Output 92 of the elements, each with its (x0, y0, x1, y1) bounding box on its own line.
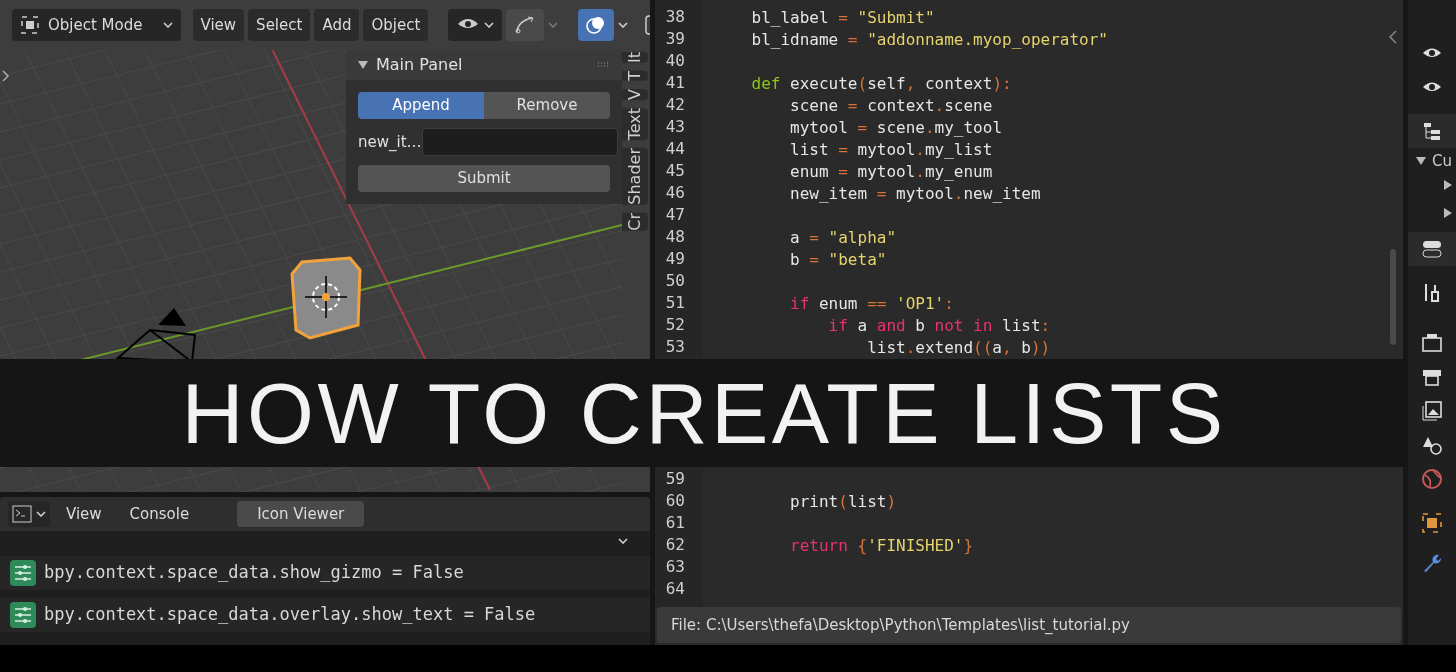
banner-title: HOW TO CREATE LISTS (181, 370, 1227, 456)
action-button[interactable]: Append (358, 92, 484, 119)
action-button[interactable]: Remove (484, 92, 610, 119)
code-line: list = mytool.my_list (789, 140, 993, 159)
menu-button[interactable]: Object (363, 9, 429, 41)
console-line: bpy.context.space_data.overlay.show_text = False (44, 603, 536, 627)
menu-button[interactable]: View (54, 502, 114, 526)
line-number: 40 (664, 50, 686, 72)
sidebar-tab[interactable]: Cr (622, 212, 648, 231)
code-line: print(list) (789, 492, 897, 511)
globe-icon[interactable] (1421, 468, 1443, 490)
code-line: b = "beta" (789, 250, 887, 269)
line-number: 53 (664, 336, 686, 358)
menu-button[interactable]: Console (117, 502, 202, 526)
line-number: 39 (664, 28, 686, 50)
line-number: 60 (664, 490, 686, 512)
menu-button[interactable]: Select (248, 9, 311, 41)
collapse-icon[interactable] (1389, 30, 1397, 44)
line-number: 46 (664, 182, 686, 204)
code-line: def execute(self, context): (750, 74, 1012, 93)
scrollbar[interactable] (1390, 249, 1396, 345)
caret-icon (162, 22, 173, 28)
line-number: 49 (664, 248, 686, 270)
code-line: mytool = scene.my_tool (789, 118, 1002, 137)
overlay-toggle[interactable] (578, 9, 615, 41)
line-number: 50 (664, 270, 686, 292)
object-icon[interactable] (1421, 512, 1443, 534)
toggle-icon[interactable] (1421, 238, 1443, 260)
line-number: 45 (664, 160, 686, 182)
submit-button[interactable]: Submit (358, 165, 610, 192)
menu-button[interactable]: View (192, 9, 245, 41)
code-line: if a and b not in list: (827, 316, 1051, 335)
console-tab[interactable]: Icon Viewer (237, 501, 365, 527)
code-line: list.extend((a, b)) (866, 338, 1051, 357)
code-line: if enum == 'OP1': (789, 294, 954, 313)
caret-icon (618, 22, 629, 28)
caret-icon (548, 22, 559, 28)
file-path: File: C:\Users\thefa\Desktop\Python\Templates\list_tutorial.py (671, 614, 1130, 636)
editor-type-button[interactable] (8, 501, 50, 527)
code-line: bl_label = "Submit" (750, 8, 935, 27)
outliner-icon[interactable] (1421, 120, 1443, 142)
caret-icon (484, 22, 495, 28)
expand-triangle-icon[interactable] (1444, 180, 1452, 190)
line-number: 48 (664, 226, 686, 248)
console-line: bpy.context.space_data.show_gizmo = False (44, 561, 464, 585)
field-label: new_it… (358, 131, 420, 153)
line-number: 63 (664, 556, 686, 578)
expand-icon[interactable] (2, 70, 10, 82)
line-number: 43 (664, 116, 686, 138)
menu-button[interactable]: Add (314, 9, 360, 41)
console-icon (12, 505, 32, 523)
line-number: 38 (664, 6, 686, 28)
expand-triangle-icon[interactable] (358, 60, 368, 70)
visibility-button[interactable] (448, 9, 503, 41)
line-number: 44 (664, 138, 686, 160)
code-line: enum = mytool.my_enum (789, 162, 993, 181)
caret-icon (36, 511, 46, 517)
line-number: 42 (664, 94, 686, 116)
image-icon[interactable] (1421, 400, 1443, 422)
sidebar-tab[interactable]: It (622, 52, 648, 63)
line-number: 59 (664, 468, 686, 490)
expand-triangle-icon[interactable] (1444, 208, 1452, 218)
expand-triangle-icon[interactable] (1416, 157, 1426, 165)
caret-icon (618, 538, 628, 544)
line-number: 52 (664, 314, 686, 336)
drag-handle-icon[interactable] (598, 62, 610, 68)
line-number: 47 (664, 204, 686, 226)
sidebar-tab[interactable]: T (622, 71, 648, 81)
code-line: a = "alpha" (789, 228, 897, 247)
overlay-icon (586, 15, 607, 35)
code-line: scene = context.scene (789, 96, 993, 115)
text-field[interactable] (422, 128, 618, 156)
properties-icon (10, 602, 36, 628)
curve-icon (514, 15, 537, 35)
sidebar-tab[interactable]: V (622, 88, 648, 100)
render-icon[interactable] (1421, 332, 1443, 354)
outliner-item[interactable]: Cu (1432, 149, 1452, 173)
line-number: 41 (664, 72, 686, 94)
gizmo-button[interactable] (506, 9, 545, 41)
line-number: 62 (664, 534, 686, 556)
sidebar-tab[interactable]: Text (622, 107, 648, 141)
code-line: bl_idname = "addonname.myop_operator" (750, 30, 1108, 49)
line-number: 61 (664, 512, 686, 534)
code-line: new_item = mytool.new_item (789, 184, 1041, 203)
line-number: 51 (664, 292, 686, 314)
properties-icon (10, 560, 36, 586)
mode-dropdown[interactable]: Object Mode (12, 9, 181, 41)
line-number: 64 (664, 578, 686, 600)
sidebar-tab[interactable]: Shader (622, 148, 648, 205)
object-mode-icon (20, 15, 40, 35)
code-line: return {'FINISHED'} (789, 536, 974, 555)
panel-title: Main Panel (376, 54, 463, 76)
